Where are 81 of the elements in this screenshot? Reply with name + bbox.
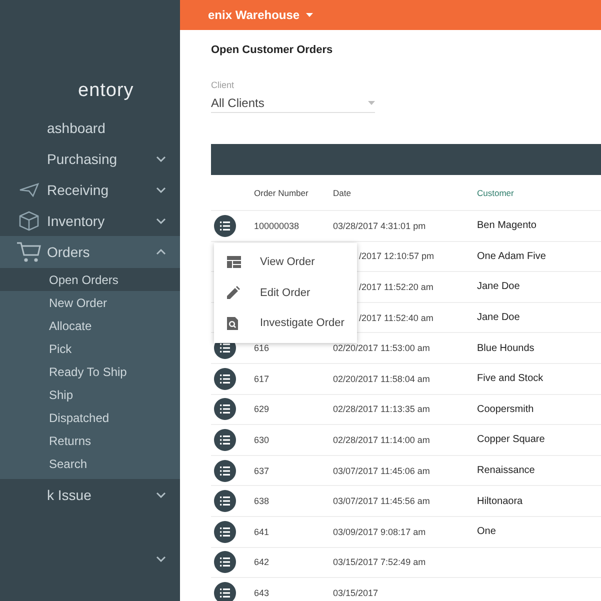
table-cell: 616 [254, 343, 270, 354]
document-search-icon [227, 316, 238, 330]
submenu-item[interactable]: Ship [0, 383, 180, 406]
list-icon[interactable] [214, 490, 236, 512]
chevron-icon [156, 156, 166, 162]
dropdown-arrow-icon [368, 100, 375, 104]
submenu-item[interactable]: Ready To Ship [0, 360, 180, 383]
submenu-item[interactable]: Dispatched [0, 406, 180, 429]
table-cell: 03/07/2017 11:45:56 am [333, 496, 430, 506]
submenu-item[interactable]: Pick [0, 337, 180, 360]
column-header[interactable]: Order Number [254, 188, 308, 198]
table-cell: 03/28/2017 4:31:01 pm [333, 220, 426, 231]
table-cell: 02/20/2017 11:53:00 am [333, 343, 430, 354]
table-cell: 638 [254, 496, 270, 506]
submenu-item[interactable]: Returns [0, 429, 180, 452]
table-cell: One Adam Five [477, 250, 546, 262]
table-cell: Hiltonaora [477, 496, 523, 507]
table-cell: 02/28/2017 11:14:00 am [333, 434, 430, 445]
nav-item[interactable]: k Issue [0, 479, 180, 510]
nav-item[interactable]: Purchasing [0, 143, 180, 174]
table-cell-text: /2017 11:52:20 am [358, 282, 434, 292]
table-cell: 643 [254, 588, 270, 598]
table-cell: Coopersmith [477, 404, 534, 415]
column-header[interactable]: Customer [477, 188, 514, 198]
table-cell: 642 [254, 557, 270, 568]
list-icon[interactable] [214, 520, 236, 543]
table-cell: Five and Stock [477, 373, 544, 384]
table-cell: Ben Magento [477, 220, 536, 232]
page-title: Open Customer Orders [211, 43, 333, 58]
paper-plane-icon [18, 182, 38, 196]
list-icon[interactable] [214, 428, 236, 451]
table-cell: Renaissance [477, 465, 535, 476]
chevron-icon [156, 186, 166, 192]
table-cell: 630 [254, 434, 270, 445]
table-cell: 637 [254, 466, 270, 476]
submenu-item[interactable]: New Order [0, 291, 180, 314]
cart-icon [16, 241, 42, 263]
table-cell: 03/15/2017 [333, 588, 378, 598]
table-cell: 100000038 [254, 220, 300, 231]
table-cell: 03/07/2017 11:45:06 am [333, 466, 430, 476]
submenu-item[interactable]: Open Orders [0, 268, 180, 291]
chevron-icon [156, 492, 166, 498]
table-cell: 629 [254, 404, 270, 414]
table-cell: Jane Doe [477, 312, 520, 324]
table-icon [227, 256, 241, 268]
list-icon[interactable] [214, 214, 236, 237]
list-icon[interactable] [214, 582, 236, 601]
table-cell: 617 [254, 374, 270, 384]
nav-item[interactable]: Inventory [0, 205, 180, 236]
list-icon[interactable] [214, 368, 236, 390]
nav-item[interactable]: ashboard [0, 112, 180, 143]
menu-item[interactable]: Investigate Order [214, 308, 357, 338]
list-icon[interactable] [214, 398, 236, 420]
chevron-icon[interactable] [156, 556, 166, 562]
menu-item[interactable]: View Order [214, 247, 357, 278]
table-cell-text: /2017 12:10:57 pm [358, 251, 434, 262]
table-cell: Jane Doe [477, 281, 520, 292]
menu-item[interactable]: Edit Order [214, 278, 357, 308]
list-icon[interactable] [214, 551, 236, 574]
table-cell: 03/15/2017 7:52:49 am [333, 557, 426, 568]
table-cell: 03/09/2017 9:08:17 am [333, 526, 426, 537]
table-cell: One [477, 526, 496, 538]
chevron-icon [156, 218, 166, 224]
client-select[interactable]: All Clients [211, 93, 375, 113]
dropdown-arrow-icon[interactable] [306, 13, 313, 17]
submenu-item[interactable]: Search [0, 452, 180, 475]
list-icon[interactable] [214, 460, 236, 482]
table-cell: Copper Square [477, 434, 545, 446]
table-cell: 02/28/2017 11:13:35 am [333, 404, 430, 414]
field-label: Client [211, 80, 234, 90]
pencil-icon [227, 286, 240, 300]
box-icon [18, 210, 40, 232]
column-header[interactable]: Date [333, 188, 351, 198]
app-logo: entory [77, 79, 135, 103]
chevron-icon [156, 249, 166, 255]
nav-item[interactable]: Orders [0, 236, 180, 268]
table-cell: Blue Hounds [477, 342, 534, 354]
table-cell: 641 [254, 526, 270, 537]
nav-item[interactable]: Receiving [0, 174, 180, 205]
table-cell: 02/20/2017 11:58:04 am [333, 374, 430, 384]
submenu-item[interactable]: Allocate [0, 314, 180, 337]
